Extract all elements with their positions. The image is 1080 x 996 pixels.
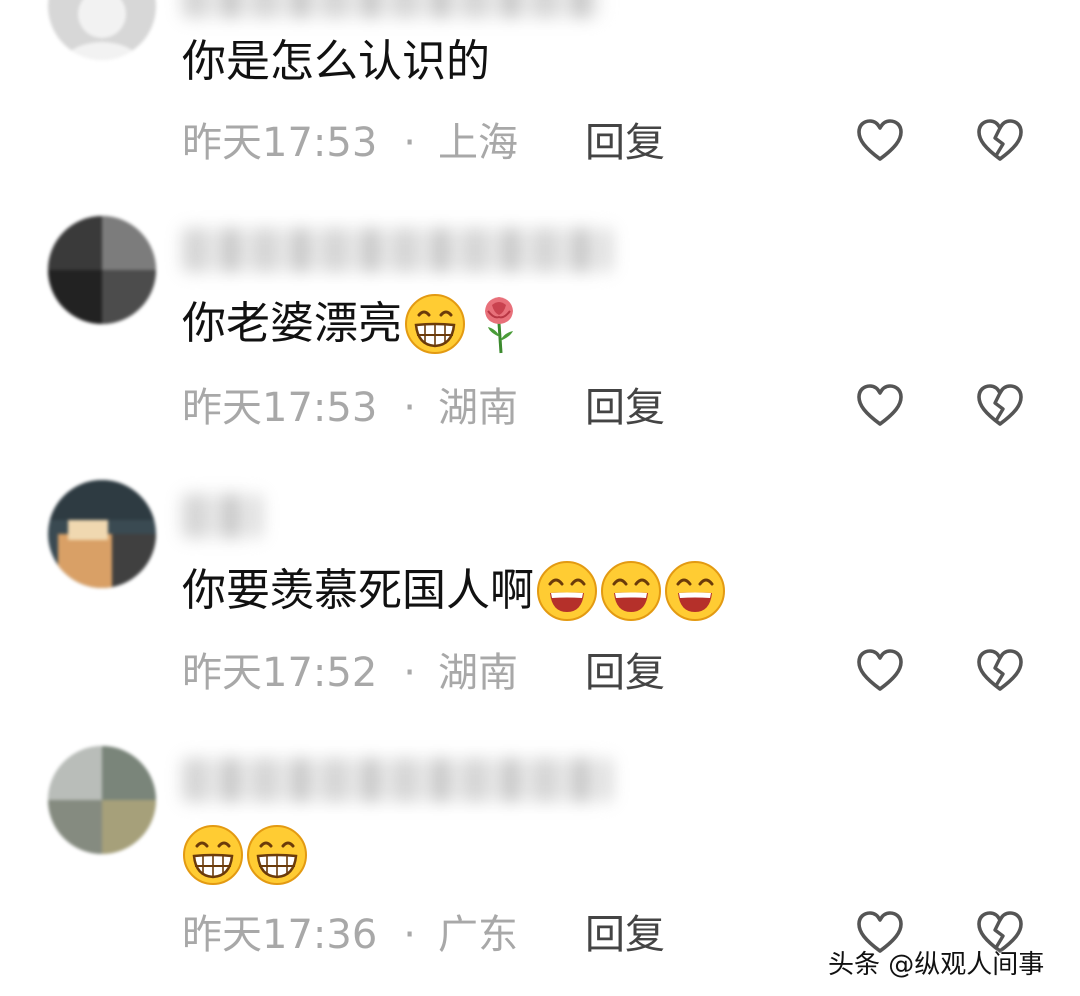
meta-separator: ·	[403, 650, 416, 696]
smile-emoji-icon	[536, 560, 598, 622]
comment-meta: 昨天17:36 · 广东	[182, 910, 518, 960]
comment-location: 湖南	[438, 385, 518, 431]
rose-emoji-icon	[468, 293, 530, 355]
username-blurred[interactable]	[182, 494, 262, 538]
avatar[interactable]	[48, 480, 156, 588]
comment-location: 湖南	[438, 650, 518, 696]
watermark: 头条 @纵观人间事	[828, 950, 1045, 980]
reply-button[interactable]: 回复	[585, 383, 665, 433]
avatar[interactable]	[48, 746, 156, 854]
comment-meta: 昨天17:53 · 上海	[182, 118, 518, 168]
heart-outline-icon[interactable]	[855, 381, 905, 431]
reply-button[interactable]: 回复	[585, 648, 665, 698]
comment-meta: 昨天17:53 · 湖南	[182, 383, 518, 433]
comment-time: 昨天17:36	[182, 912, 378, 958]
grin-emoji-icon	[246, 824, 308, 886]
comment-text: 你老婆漂亮	[182, 293, 530, 355]
broken-heart-icon[interactable]	[975, 381, 1025, 431]
heart-outline-icon[interactable]	[855, 116, 905, 166]
username-blurred[interactable]	[182, 0, 602, 18]
comment-time: 昨天17:52	[182, 650, 378, 696]
username-blurred[interactable]	[182, 228, 612, 272]
comment-time: 昨天17:53	[182, 120, 378, 166]
comment-text	[182, 824, 308, 886]
username-blurred[interactable]	[182, 758, 612, 802]
meta-separator: ·	[403, 120, 416, 166]
heart-outline-icon[interactable]	[855, 646, 905, 696]
comment-location: 广东	[438, 912, 518, 958]
comment-text-content: 你是怎么认识的	[182, 36, 490, 87]
meta-separator: ·	[403, 385, 416, 431]
broken-heart-icon[interactable]	[975, 116, 1025, 166]
smile-emoji-icon	[664, 560, 726, 622]
comment-text-content: 你要羡慕死国人啊	[182, 565, 534, 616]
meta-separator: ·	[403, 912, 416, 958]
comment-text-content: 你老婆漂亮	[182, 298, 402, 349]
avatar[interactable]	[48, 0, 156, 60]
grin-emoji-icon	[404, 293, 466, 355]
reply-button[interactable]: 回复	[585, 910, 665, 960]
comment-location: 上海	[438, 120, 518, 166]
comment-meta: 昨天17:52 · 湖南	[182, 648, 518, 698]
broken-heart-icon[interactable]	[975, 646, 1025, 696]
reply-button[interactable]: 回复	[585, 118, 665, 168]
avatar[interactable]	[48, 216, 156, 324]
grin-emoji-icon	[182, 824, 244, 886]
comment-text: 你要羡慕死国人啊	[182, 560, 726, 622]
comment-text: 你是怎么认识的	[182, 32, 490, 92]
smile-emoji-icon	[600, 560, 662, 622]
comment-time: 昨天17:53	[182, 385, 378, 431]
